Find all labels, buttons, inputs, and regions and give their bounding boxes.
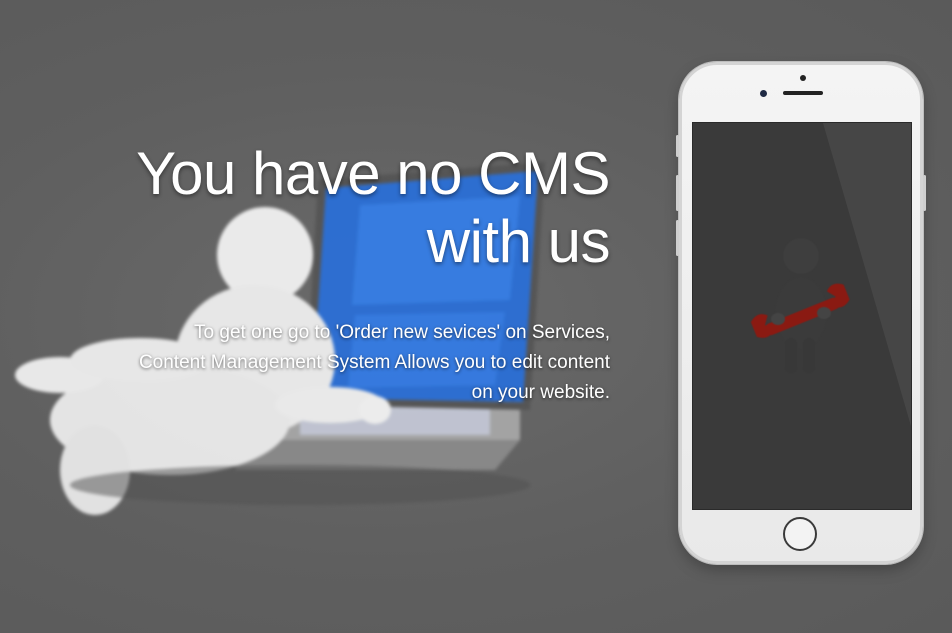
hero-text-block: You have no CMS with us To get one go to…: [50, 140, 610, 408]
phone-camera: [760, 90, 767, 97]
person-with-wrench-icon: [750, 123, 911, 427]
phone-volume-button: [676, 220, 679, 256]
hero-description-line-3: on your website.: [471, 382, 610, 403]
hero-title-line-2: with us: [426, 208, 611, 275]
phone-mockup: [676, 62, 926, 564]
phone-power-button: [923, 175, 926, 211]
phone-volume-button: [676, 135, 679, 157]
hero-title: You have no CMS with us: [50, 140, 610, 276]
phone-sensor: [800, 75, 806, 81]
phone-home-button: [783, 517, 817, 551]
hero-description-line-1: To get one go to 'Order new sevices' on …: [194, 322, 610, 343]
hero-title-line-1: You have no CMS: [136, 140, 610, 207]
page-stage: You have no CMS with us To get one go to…: [0, 0, 952, 633]
phone-screen: [692, 122, 912, 510]
phone-speaker: [783, 91, 823, 95]
hero-description: To get one go to 'Order new sevices' on …: [50, 318, 610, 408]
hero-description-line-2: Content Management System Allows you to …: [138, 352, 610, 373]
phone-volume-button: [676, 175, 679, 211]
